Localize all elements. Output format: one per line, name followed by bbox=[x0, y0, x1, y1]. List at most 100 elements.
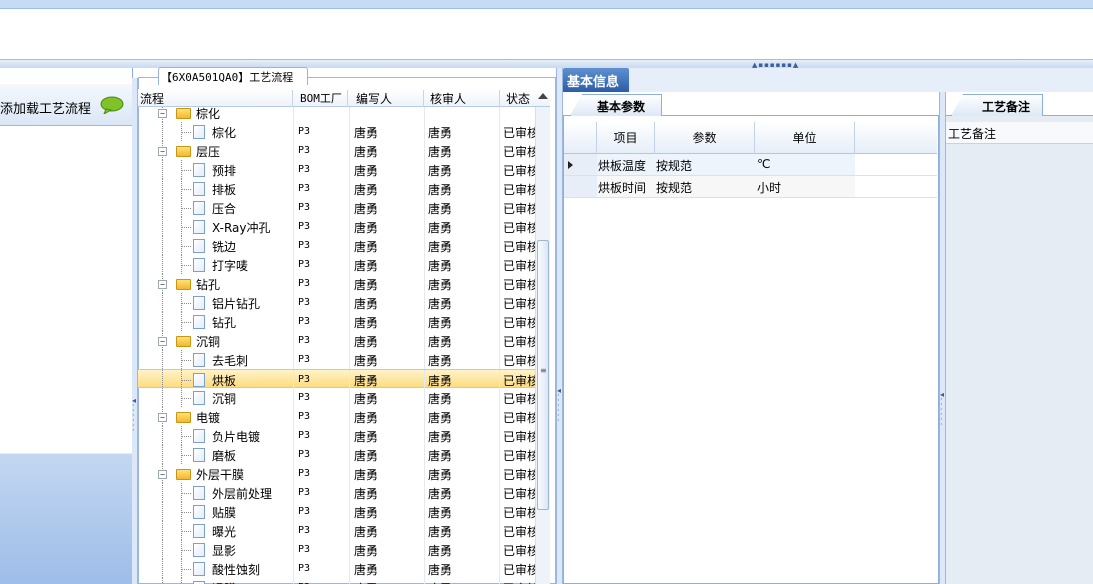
sort-ascending-icon[interactable] bbox=[538, 93, 548, 99]
param-value[interactable]: 按规范 bbox=[656, 157, 692, 174]
flow-grid-body: − 棕化 棕化 P3 唐勇 唐勇 已审核 − 层压 P3 唐勇 唐勇 已审核 预排 P3 唐勇 唐勇 已审核 排板 P… bbox=[138, 107, 535, 584]
tree-step-row[interactable]: 负片电镀 P3 唐勇 唐勇 已审核 bbox=[138, 426, 535, 445]
folder-icon bbox=[176, 336, 191, 347]
tree-line bbox=[162, 540, 163, 559]
param-unit[interactable]: 小时 bbox=[757, 179, 781, 196]
tree-step-row[interactable]: 烘板 P3 唐勇 唐勇 已审核 bbox=[138, 369, 535, 389]
reviewer: 唐勇 bbox=[428, 487, 453, 501]
collapse-toggle-icon[interactable]: − bbox=[158, 109, 167, 118]
scrollbar-thumb[interactable]: ≡ bbox=[537, 240, 549, 510]
reviewer: 唐勇 bbox=[428, 202, 453, 216]
col-header-writer[interactable]: 编写人 bbox=[354, 90, 424, 107]
tree-step-row[interactable]: 铣边 P3 唐勇 唐勇 已审核 bbox=[138, 236, 535, 255]
document-icon bbox=[193, 505, 205, 519]
tree-step-row[interactable]: 铝片钻孔 P3 唐勇 唐勇 已审核 bbox=[138, 293, 535, 312]
tree-step-row[interactable]: 外层前处理 P3 唐勇 唐勇 已审核 bbox=[138, 483, 535, 502]
tree-step-row[interactable]: 沉铜 P3 唐勇 唐勇 已审核 bbox=[138, 388, 535, 407]
step-name: 钻孔 bbox=[212, 316, 237, 330]
tree-step-row[interactable]: 压合 P3 唐勇 唐勇 已审核 bbox=[138, 198, 535, 217]
document-icon bbox=[193, 125, 205, 139]
reviewer: 唐勇 bbox=[428, 354, 453, 368]
writer: 唐勇 bbox=[354, 430, 379, 444]
tree-step-row[interactable]: 酸性蚀刻 P3 唐勇 唐勇 已审核 bbox=[138, 559, 535, 578]
tree-group-row[interactable]: − 钻孔 P3 唐勇 唐勇 已审核 bbox=[138, 274, 535, 293]
col-header-status[interactable]: 状态 bbox=[504, 90, 534, 107]
status: 已审核 bbox=[503, 259, 535, 273]
bom-factory: P3 bbox=[298, 297, 311, 308]
document-icon bbox=[193, 315, 205, 329]
step-name: 钻孔 bbox=[196, 278, 221, 292]
params-row[interactable]: 烘板温度 按规范 ℃ bbox=[564, 154, 937, 176]
step-name: 负片电镀 bbox=[212, 430, 261, 444]
col-header-param[interactable]: 参数 bbox=[655, 122, 755, 154]
reviewer: 唐勇 bbox=[428, 297, 453, 311]
param-value[interactable]: 按规范 bbox=[656, 179, 692, 196]
load-flow-header[interactable]: 添加载工艺流程 bbox=[0, 84, 132, 126]
tree-step-row[interactable]: 棕化 P3 唐勇 唐勇 已审核 bbox=[138, 122, 535, 141]
speech-bubble-icon[interactable] bbox=[100, 96, 124, 114]
col-header-unit[interactable]: 单位 bbox=[755, 122, 855, 154]
tree-group-row[interactable]: − 沉铜 P3 唐勇 唐勇 已审核 bbox=[138, 331, 535, 350]
column-divider bbox=[499, 217, 500, 236]
document-icon bbox=[193, 391, 205, 405]
document-icon bbox=[193, 220, 205, 234]
step-name: 沉铜 bbox=[196, 335, 221, 349]
tree-step-row[interactable]: 贴膜 P3 唐勇 唐勇 已审核 bbox=[138, 502, 535, 521]
tab-basic-info[interactable]: 基本信息 bbox=[563, 68, 629, 92]
tree-step-row[interactable]: 打字唛 P3 唐勇 唐勇 已审核 bbox=[138, 255, 535, 274]
column-divider bbox=[293, 350, 294, 369]
tree-step-row[interactable]: 退膜P3唐勇唐勇已审核 bbox=[138, 578, 535, 584]
tree-group-row[interactable]: − 电镀 P3 唐勇 唐勇 已审核 bbox=[138, 407, 535, 426]
params-row[interactable]: 烘板时间 按规范 小时 bbox=[564, 176, 937, 198]
step-name: 棕化 bbox=[212, 126, 237, 140]
col-header-flow[interactable]: 流程 bbox=[138, 90, 293, 107]
tree-line bbox=[181, 265, 191, 266]
tree-group-row[interactable]: − 层压 P3 唐勇 唐勇 已审核 bbox=[138, 141, 535, 160]
column-divider bbox=[424, 502, 425, 521]
tree-line bbox=[162, 160, 163, 179]
col-header-item[interactable]: 项目 bbox=[597, 122, 655, 154]
reviewer: 唐勇 bbox=[428, 563, 453, 577]
process-notes-panel bbox=[946, 115, 1093, 584]
collapse-toggle-icon[interactable]: − bbox=[158, 413, 167, 422]
bom-factory: P3 bbox=[298, 335, 311, 346]
column-divider bbox=[293, 407, 294, 426]
status: 已审核 bbox=[503, 525, 535, 539]
writer: 唐勇 bbox=[354, 354, 379, 368]
column-divider bbox=[499, 141, 500, 160]
flow-grid-scrollbar[interactable]: ≡ bbox=[535, 107, 550, 584]
document-icon bbox=[193, 182, 205, 196]
tree-step-row[interactable]: 预排 P3 唐勇 唐勇 已审核 bbox=[138, 160, 535, 179]
document-icon bbox=[193, 163, 205, 177]
tree-step-row[interactable]: 磨板 P3 唐勇 唐勇 已审核 bbox=[138, 445, 535, 464]
middle-splitter[interactable]: ◂ · · · · · · bbox=[556, 68, 563, 584]
tree-step-row[interactable]: 曝光 P3 唐勇 唐勇 已审核 bbox=[138, 521, 535, 540]
col-header-reviewer[interactable]: 核审人 bbox=[428, 90, 500, 107]
param-unit[interactable]: ℃ bbox=[757, 157, 770, 171]
right-splitter[interactable]: ◂ · · · · · · bbox=[939, 92, 946, 584]
collapse-toggle-icon[interactable]: − bbox=[158, 147, 167, 156]
step-name: 排板 bbox=[212, 183, 237, 197]
bom-factory: P3 bbox=[298, 278, 311, 289]
tree-group-row[interactable]: − 外层干膜 P3 唐勇 唐勇 已审核 bbox=[138, 464, 535, 483]
tree-step-row[interactable]: 钻孔 P3 唐勇 唐勇 已审核 bbox=[138, 312, 535, 331]
reviewer: 唐勇 bbox=[428, 392, 453, 406]
tree-step-row[interactable]: X-Ray冲孔 P3 唐勇 唐勇 已审核 bbox=[138, 217, 535, 236]
param-item: 烘板温度 bbox=[598, 159, 647, 173]
status: 已审核 bbox=[503, 202, 535, 216]
tree-step-row[interactable]: 显影 P3 唐勇 唐勇 已审核 bbox=[138, 540, 535, 559]
column-divider bbox=[349, 483, 350, 502]
tab-process-notes[interactable]: 工艺备注 bbox=[951, 94, 1043, 116]
collapse-toggle-icon[interactable]: − bbox=[158, 470, 167, 479]
column-divider bbox=[349, 179, 350, 198]
status: 已审核 bbox=[503, 240, 535, 254]
tree-group-row[interactable]: − 棕化 bbox=[138, 107, 535, 122]
tab-basic-params[interactable]: 基本参数 bbox=[570, 94, 662, 116]
tree-line bbox=[162, 388, 163, 407]
collapse-toggle-icon[interactable]: − bbox=[158, 280, 167, 289]
collapse-toggle-icon[interactable]: − bbox=[158, 337, 167, 346]
tree-step-row[interactable]: 排板 P3 唐勇 唐勇 已审核 bbox=[138, 179, 535, 198]
column-divider bbox=[349, 198, 350, 217]
tree-step-row[interactable]: 去毛刺 P3 唐勇 唐勇 已审核 bbox=[138, 350, 535, 369]
col-header-bom[interactable]: BOM工厂 bbox=[298, 90, 348, 107]
